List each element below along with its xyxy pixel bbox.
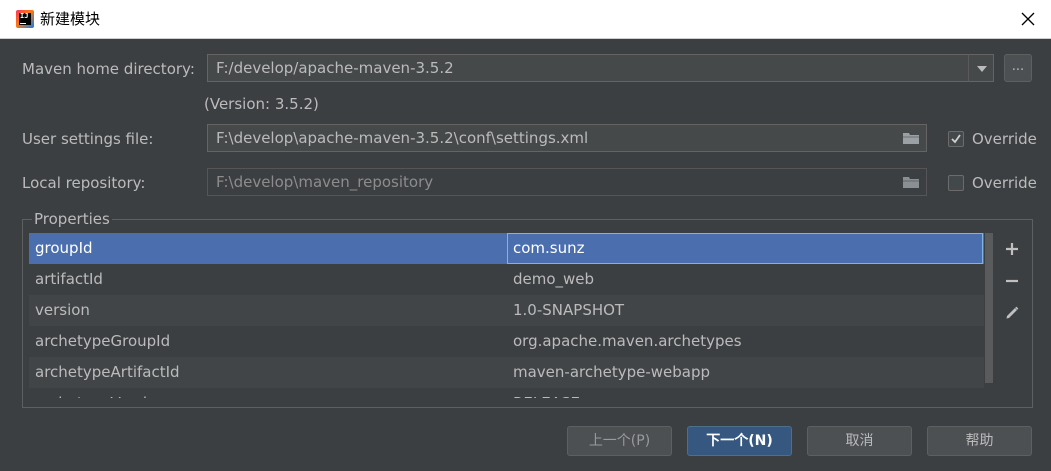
repository-override-label: Override: [972, 174, 1037, 192]
cancel-button[interactable]: 取消: [807, 426, 912, 456]
repository-override-checkbox[interactable]: [948, 175, 964, 191]
property-value[interactable]: org.apache.maven.archetypes: [513, 326, 978, 357]
plus-icon[interactable]: [1004, 241, 1020, 257]
settings-override-label: Override: [972, 130, 1037, 148]
close-button[interactable]: [1005, 0, 1051, 38]
maven-version-text: (Version: 3.5.2): [204, 95, 319, 113]
folder-icon[interactable]: [902, 131, 920, 145]
user-settings-label: User settings file:: [22, 130, 154, 148]
properties-table[interactable]: groupId com.sunz artifactId demo_web ver…: [29, 233, 984, 405]
maven-home-dropdown-button[interactable]: [968, 54, 994, 82]
next-button[interactable]: 下一个(N): [687, 426, 792, 456]
help-button[interactable]: 帮助: [927, 426, 1032, 456]
local-repository-label: Local repository:: [22, 174, 146, 192]
property-key: archetypeArtifactId: [35, 363, 180, 381]
window-title: 新建模块: [40, 10, 101, 28]
table-row[interactable]: archetypeGroupId org.apache.maven.archet…: [29, 326, 984, 357]
intellij-app-icon: IJ: [16, 10, 34, 28]
property-key: artifactId: [35, 270, 103, 288]
property-value[interactable]: 1.0-SNAPSHOT: [513, 295, 978, 326]
table-row[interactable]: groupId com.sunz: [29, 233, 984, 264]
maven-home-label: Maven home directory:: [22, 60, 195, 78]
previous-button[interactable]: 上一个(P): [567, 426, 672, 456]
property-value[interactable]: demo_web: [513, 264, 978, 295]
close-icon: [1021, 12, 1035, 26]
title-bar: IJ 新建模块: [0, 0, 1051, 39]
chevron-down-icon: [977, 66, 987, 72]
table-row[interactable]: version 1.0-SNAPSHOT: [29, 295, 984, 326]
property-value[interactable]: maven-archetype-webapp: [513, 357, 978, 388]
properties-title: Properties: [32, 209, 112, 229]
table-row[interactable]: archetypeArtifactId maven-archetype-weba…: [29, 357, 984, 388]
user-settings-field[interactable]: F:\develop\apache-maven-3.5.2\conf\setti…: [207, 124, 927, 152]
folder-icon[interactable]: [902, 175, 920, 189]
property-value[interactable]: com.sunz: [507, 233, 983, 264]
checkmark-icon: [951, 134, 961, 144]
table-vertical-scrollbar[interactable]: [985, 233, 993, 383]
pencil-icon[interactable]: [1004, 305, 1020, 321]
minus-icon[interactable]: [1004, 273, 1020, 289]
table-horizontal-scrollbar[interactable]: [29, 398, 993, 406]
table-row[interactable]: artifactId demo_web: [29, 264, 984, 295]
property-key: version: [35, 301, 90, 319]
maven-home-browse-button[interactable]: ...: [1004, 54, 1032, 82]
settings-override-checkbox[interactable]: [948, 131, 964, 147]
property-key: archetypeGroupId: [35, 332, 171, 350]
local-repository-field[interactable]: F:\develop\maven_repository: [207, 168, 927, 196]
new-module-dialog: IJ 新建模块 Maven home directory: F:/develop…: [0, 0, 1051, 471]
property-key: groupId: [35, 239, 93, 257]
maven-home-combo[interactable]: F:/develop/apache-maven-3.5.2: [207, 54, 969, 82]
